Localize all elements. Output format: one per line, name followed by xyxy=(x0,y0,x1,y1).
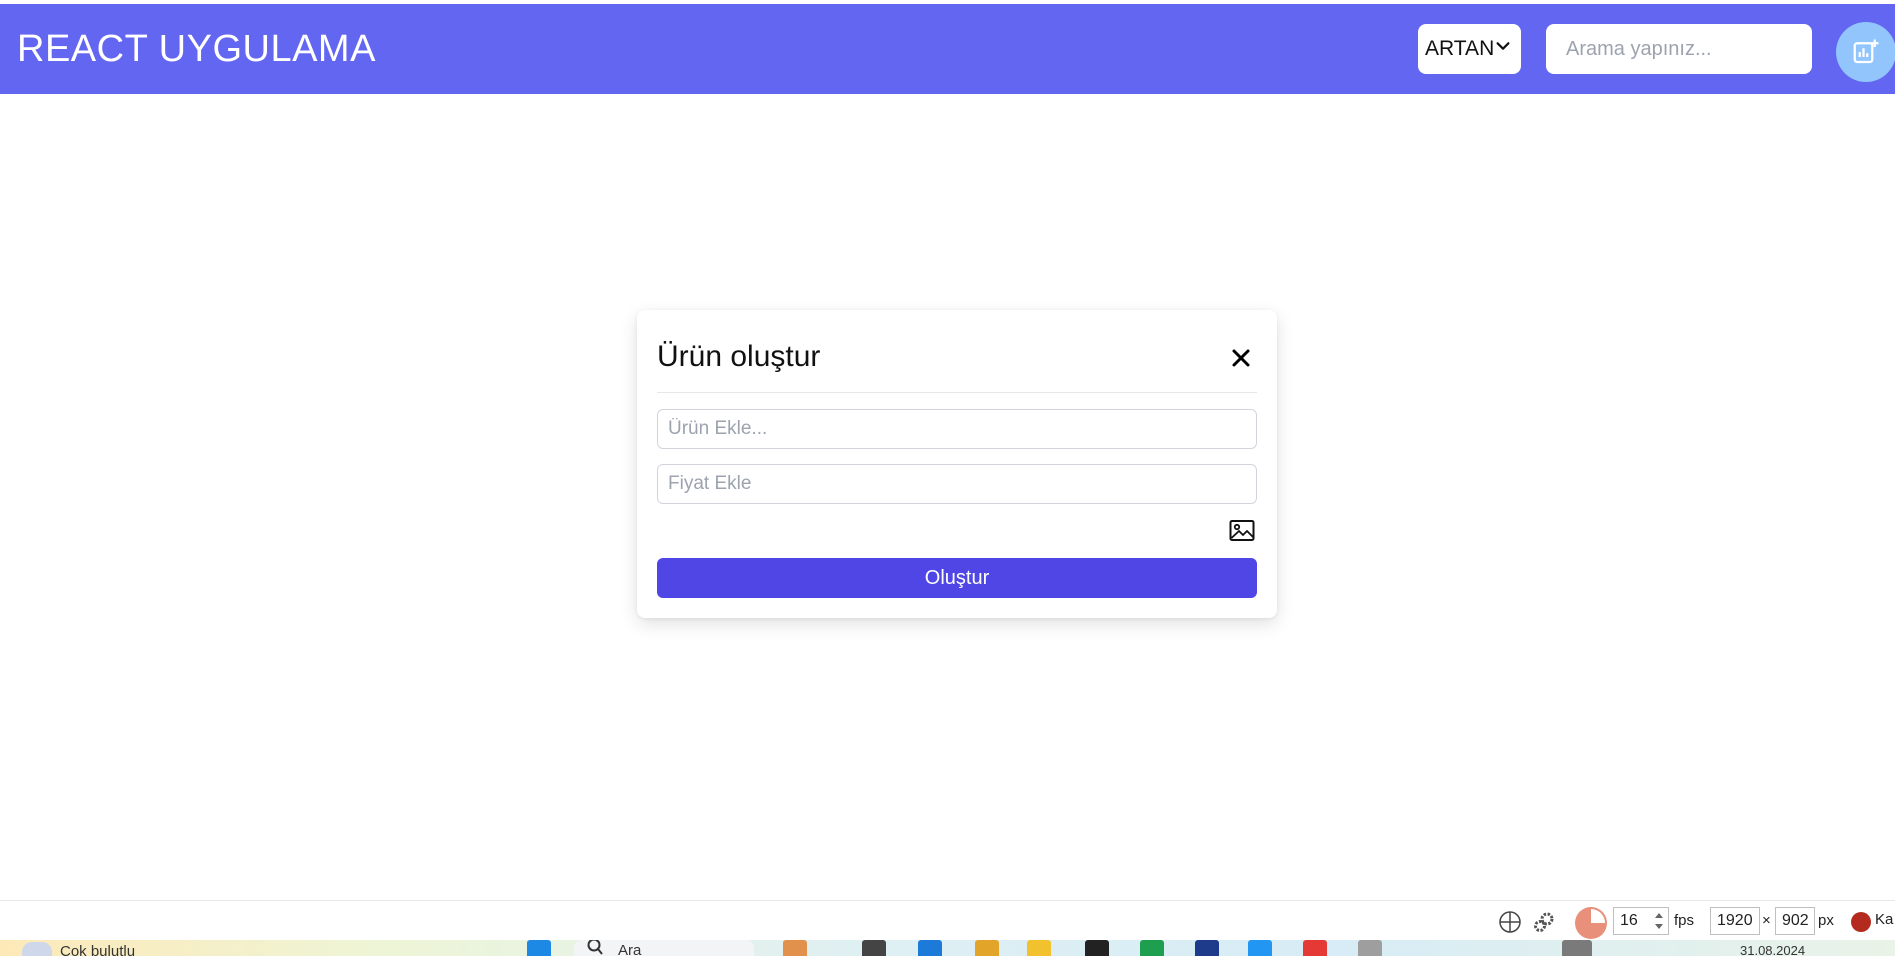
fps-value: 16 xyxy=(1620,912,1638,929)
fps-label: fps xyxy=(1674,912,1695,929)
product-price-input[interactable] xyxy=(657,464,1257,504)
os-taskbar: Çok bulutlu Ara 31.08.2024 xyxy=(0,940,1895,956)
taskbar-search-label: Ara xyxy=(618,942,642,956)
file-explorer-icon[interactable] xyxy=(862,940,886,956)
unit-label: px xyxy=(1818,912,1834,929)
weather-text: Çok bulutlu xyxy=(60,943,136,956)
store-icon[interactable] xyxy=(975,940,999,956)
app-icon-2[interactable] xyxy=(1140,940,1164,956)
taskbar-date: 31.08.2024 xyxy=(1740,943,1806,956)
crosshair-icon[interactable] xyxy=(1498,910,1522,934)
times-sign: × xyxy=(1762,912,1771,929)
gears-icon[interactable] xyxy=(1532,910,1556,934)
height-field[interactable]: 902 xyxy=(1775,907,1815,935)
timer-icon[interactable] xyxy=(1574,906,1608,940)
fps-field[interactable]: 16 xyxy=(1613,907,1669,935)
chrome-icon[interactable] xyxy=(1303,940,1327,956)
app-icon-1[interactable] xyxy=(783,940,807,956)
add-chart-icon xyxy=(1853,39,1879,64)
search-icon xyxy=(587,940,603,955)
record-dot[interactable] xyxy=(1851,912,1871,932)
spinner-arrows-icon[interactable] xyxy=(1654,911,1664,931)
app-icon-3[interactable] xyxy=(1195,940,1219,956)
modal-title: Ürün oluştur xyxy=(657,340,821,373)
modal-divider xyxy=(657,392,1257,393)
sort-select-value: ARTAN xyxy=(1425,37,1495,60)
dropbox-icon[interactable] xyxy=(1085,940,1109,956)
product-name-input[interactable] xyxy=(657,409,1257,449)
app-window: REACT UYGULAMA ARTAN Ürün oluştur xyxy=(0,0,1895,956)
close-icon[interactable] xyxy=(1229,346,1253,370)
tray-icons[interactable] xyxy=(1562,940,1592,956)
create-button[interactable]: Oluştur xyxy=(657,558,1257,598)
top-navbar: REACT UYGULAMA ARTAN xyxy=(0,4,1895,94)
taskbar-search[interactable]: Ara xyxy=(574,940,754,956)
width-value: 1920 xyxy=(1717,912,1753,929)
app-icon-4[interactable] xyxy=(1358,940,1382,956)
add-product-button[interactable] xyxy=(1836,22,1895,82)
screen-recorder-bar: 16 fps 1920 × 902 px Ka xyxy=(0,900,1895,940)
record-label: Ka xyxy=(1875,911,1894,928)
vscode-icon[interactable] xyxy=(1248,940,1272,956)
app-brand: REACT UYGULAMA xyxy=(17,28,376,70)
folder-icon[interactable] xyxy=(1027,940,1051,956)
width-field[interactable]: 1920 xyxy=(1710,907,1760,935)
windows-start-icon[interactable] xyxy=(527,940,551,956)
sort-select[interactable]: ARTAN xyxy=(1418,24,1521,74)
edge-icon[interactable] xyxy=(918,940,942,956)
create-product-modal: Ürün oluştur Oluştur xyxy=(637,310,1277,618)
weather-icon[interactable] xyxy=(22,942,52,956)
chevron-down-icon xyxy=(1496,42,1510,50)
search-input[interactable] xyxy=(1546,24,1812,74)
height-value: 902 xyxy=(1782,912,1809,929)
image-icon[interactable] xyxy=(1229,519,1255,543)
